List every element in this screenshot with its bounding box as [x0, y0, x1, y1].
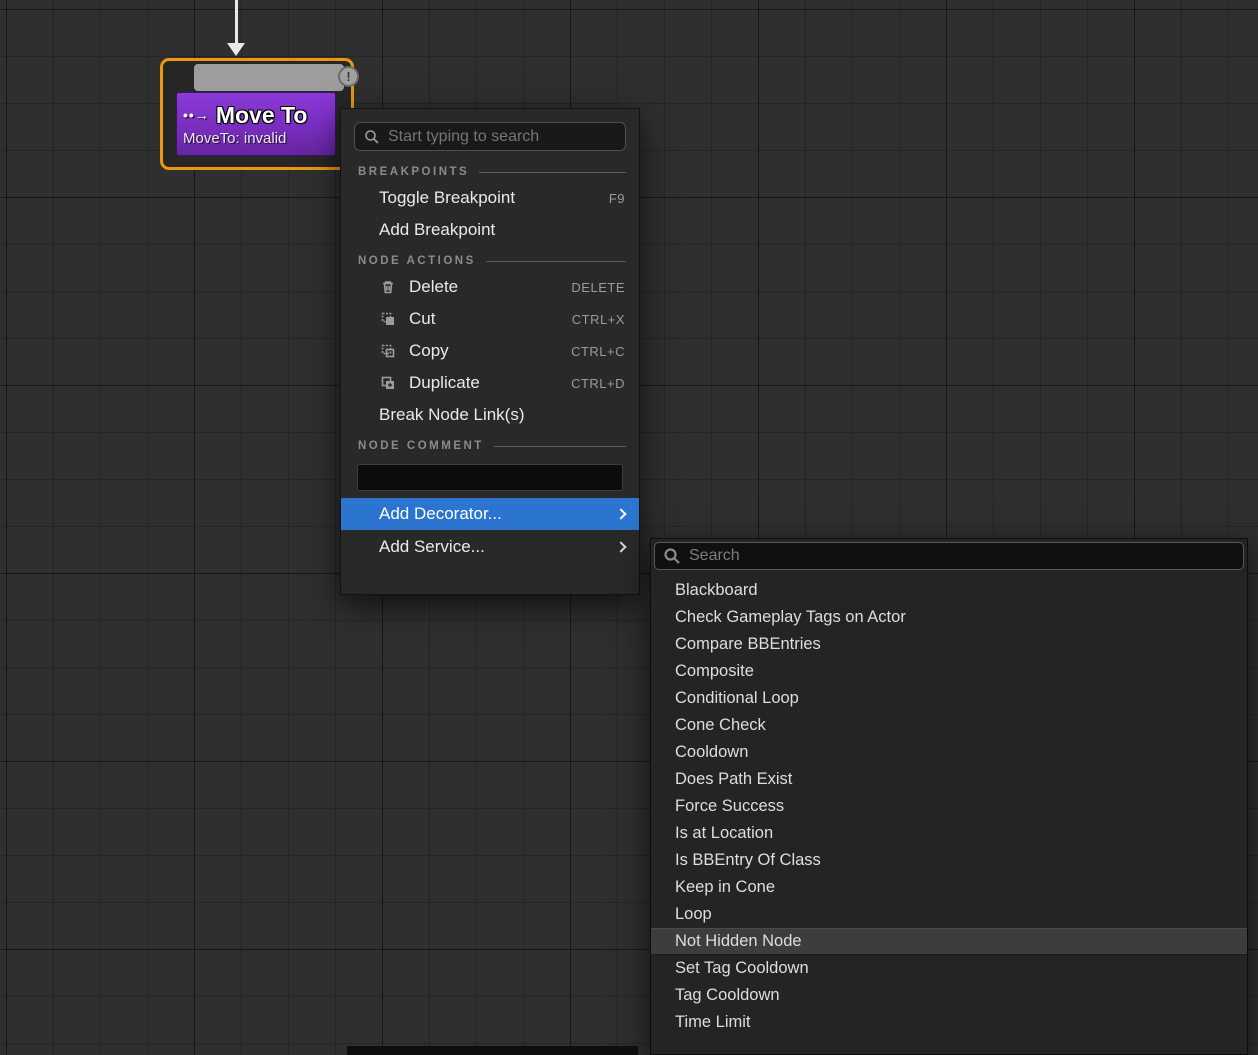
menu-item-copy[interactable]: Copy CTRL+C [341, 335, 639, 367]
execution-wire [235, 0, 238, 44]
submenu-item-not-hidden-node[interactable]: Not Hidden Node [651, 928, 1247, 955]
shortcut-label: DELETE [571, 280, 625, 295]
submenu-item-time-limit[interactable]: Time Limit [651, 1009, 1247, 1036]
copy-icon [379, 342, 397, 360]
submenu-item-keep-in-cone[interactable]: Keep in Cone [651, 874, 1247, 901]
search-input[interactable] [388, 128, 616, 146]
bottom-panel-edge [347, 1046, 638, 1055]
section-header-node-actions: NODE ACTIONS [341, 255, 639, 267]
shortcut-label: F9 [609, 191, 625, 206]
menu-item-label: Break Node Link(s) [379, 405, 525, 425]
node-comment-input[interactable] [357, 464, 623, 491]
cut-icon [379, 310, 397, 328]
submenu-item-check-gameplay-tags[interactable]: Check Gameplay Tags on Actor [651, 604, 1247, 631]
menu-item-delete[interactable]: Delete DELETE [341, 271, 639, 303]
submenu-item-conditional-loop[interactable]: Conditional Loop [651, 685, 1247, 712]
chevron-right-icon [615, 508, 626, 519]
submenu-item-force-success[interactable]: Force Success [651, 793, 1247, 820]
submenu-item-compare-bbentries[interactable]: Compare BBEntries [651, 631, 1247, 658]
menu-item-label: Delete [409, 277, 458, 297]
submenu-search-input[interactable] [689, 547, 1235, 565]
behavior-tree-node-move-to[interactable]: ••→ Move To MoveTo: invalid ! [160, 58, 354, 170]
shortcut-label: CTRL+D [571, 376, 625, 391]
menu-item-toggle-breakpoint[interactable]: Toggle Breakpoint F9 [341, 182, 639, 214]
menu-item-label: Add Breakpoint [379, 220, 495, 240]
submenu-item-composite[interactable]: Composite [651, 658, 1247, 685]
node-body[interactable]: ••→ Move To MoveTo: invalid [176, 92, 336, 156]
graph-canvas[interactable]: ••→ Move To MoveTo: invalid ! BREAKPOINT… [0, 0, 1258, 1055]
menu-item-break-node-links[interactable]: Break Node Link(s) [341, 399, 639, 431]
menu-item-duplicate[interactable]: Duplicate CTRL+D [341, 367, 639, 399]
decorator-submenu: Blackboard Check Gameplay Tags on Actor … [650, 538, 1248, 1055]
menu-item-label: Duplicate [409, 373, 480, 393]
menu-item-label: Copy [409, 341, 449, 361]
submenu-item-cooldown[interactable]: Cooldown [651, 739, 1247, 766]
menu-item-add-decorator[interactable]: Add Decorator... [341, 498, 639, 530]
menu-item-label: Add Decorator... [379, 504, 502, 524]
menu-item-label: Add Service... [379, 537, 485, 557]
menu-item-cut[interactable]: Cut CTRL+X [341, 303, 639, 335]
submenu-search[interactable] [654, 542, 1244, 570]
trash-icon [379, 278, 397, 296]
search-icon [364, 129, 380, 145]
node-title: Move To [216, 102, 308, 129]
search-icon [663, 547, 681, 565]
execution-arrow-icon [227, 43, 245, 56]
menu-item-label: Cut [409, 309, 435, 329]
submenu-item-set-tag-cooldown[interactable]: Set Tag Cooldown [651, 955, 1247, 982]
submenu-item-is-bbentry-of-class[interactable]: Is BBEntry Of Class [651, 847, 1247, 874]
submenu-item-blackboard[interactable]: Blackboard [651, 577, 1247, 604]
decorator-list: Blackboard Check Gameplay Tags on Actor … [651, 573, 1247, 1054]
node-index-badge: ! [338, 66, 359, 87]
submenu-item-cone-check[interactable]: Cone Check [651, 712, 1247, 739]
node-context-menu: BREAKPOINTS Toggle Breakpoint F9 Add Bre… [340, 108, 640, 595]
submenu-item-does-path-exist[interactable]: Does Path Exist [651, 766, 1247, 793]
submenu-item-loop[interactable]: Loop [651, 901, 1247, 928]
submenu-item-tag-cooldown[interactable]: Tag Cooldown [651, 982, 1247, 1009]
shortcut-label: CTRL+C [571, 344, 625, 359]
chevron-right-icon [615, 541, 626, 552]
context-menu-search[interactable] [354, 122, 626, 151]
section-header-breakpoints: BREAKPOINTS [341, 166, 639, 178]
menu-item-label: Toggle Breakpoint [379, 188, 515, 208]
menu-item-add-breakpoint[interactable]: Add Breakpoint [341, 214, 639, 246]
node-header-bar [194, 64, 344, 91]
move-to-icon: ••→ [183, 107, 210, 123]
submenu-item-is-at-location[interactable]: Is at Location [651, 820, 1247, 847]
shortcut-label: CTRL+X [572, 312, 625, 327]
menu-item-add-service[interactable]: Add Service... [341, 531, 639, 563]
duplicate-icon [379, 374, 397, 392]
node-subtitle: MoveTo: invalid [183, 130, 329, 147]
section-header-node-comment: NODE COMMENT [341, 440, 639, 452]
